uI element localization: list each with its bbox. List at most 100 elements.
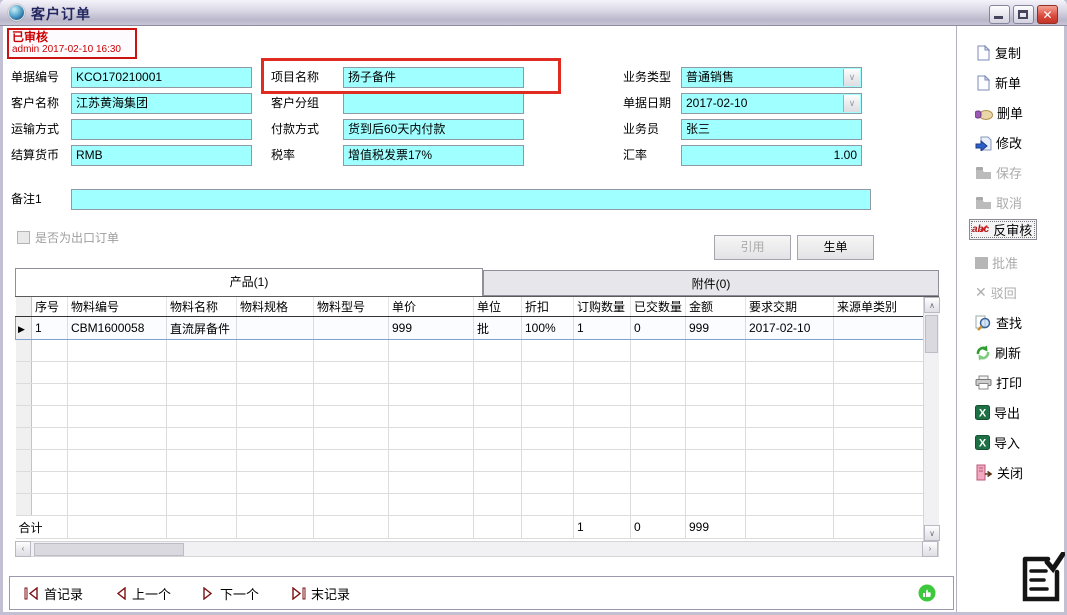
total-label-cell: 合计 <box>16 516 68 539</box>
cell-unit[interactable]: 批 <box>474 317 522 340</box>
next-record-button[interactable]: 下一个 <box>202 584 259 603</box>
sidebar-new-button[interactable]: 新单 <box>975 72 1021 93</box>
cell-delivered-qty[interactable]: 0 <box>631 317 686 340</box>
sidebar-delete-button[interactable]: 删单 <box>975 102 1023 123</box>
tax-field[interactable]: 增值税发票17% <box>343 145 524 166</box>
export-order-checkbox[interactable] <box>17 231 30 244</box>
minimize-button[interactable] <box>989 5 1010 24</box>
col-header[interactable]: 物料规格 <box>237 297 314 317</box>
excel-import-icon: X <box>975 435 990 450</box>
transport-label: 运输方式 <box>11 119 59 140</box>
cell-model[interactable] <box>314 317 389 340</box>
sidebar-cancel-label: 取消 <box>996 193 1022 212</box>
reference-button[interactable]: 引用 <box>714 235 791 260</box>
doc-date-dropdown[interactable]: 2017-02-10 ∨ <box>681 93 862 114</box>
first-record-label: 首记录 <box>44 584 83 603</box>
col-header[interactable]: 物料名称 <box>167 297 237 317</box>
salesman-field[interactable]: 张三 <box>681 119 862 140</box>
cell-spec[interactable] <box>237 317 314 340</box>
sidebar-close-button[interactable]: 关闭 <box>975 462 1023 483</box>
project-field[interactable]: 扬子备件 <box>343 67 524 88</box>
sidebar-save-button[interactable]: 保存 <box>975 162 1022 183</box>
sidebar-save-label: 保存 <box>996 163 1022 182</box>
scroll-up-icon[interactable]: ∧ <box>924 297 940 313</box>
sidebar-print-button[interactable]: 打印 <box>975 372 1022 393</box>
first-record-button[interactable]: 首记录 <box>24 584 83 603</box>
col-header[interactable]: 要求交期 <box>746 297 834 317</box>
scroll-right-icon[interactable]: › <box>922 541 938 557</box>
maximize-button[interactable] <box>1013 5 1034 24</box>
sidebar-import-button[interactable]: X 导入 <box>975 432 1020 453</box>
generate-order-button[interactable]: 生单 <box>797 235 874 260</box>
cell-material-no[interactable]: CBM1600058 <box>68 317 167 340</box>
close-button[interactable]: ✕ <box>1037 5 1058 24</box>
minimize-icon <box>994 16 1003 19</box>
doc-date-label: 单据日期 <box>623 93 671 114</box>
empty-row <box>16 428 924 450</box>
customer-order-window: 客户订单 ✕ 已审核 admin 2017-02-10 16:30 单据编号 K… <box>0 0 1067 615</box>
col-header[interactable]: 来源单类别 <box>834 297 924 317</box>
vertical-scrollbar[interactable]: ∧ ∨ <box>923 297 939 541</box>
title-bar[interactable]: 客户订单 ✕ <box>0 0 1067 26</box>
sidebar-edit-button[interactable]: 修改 <box>975 132 1022 153</box>
next-record-label: 下一个 <box>220 584 259 603</box>
horizontal-scroll-thumb[interactable] <box>34 543 184 556</box>
exchange-rate-field[interactable]: 1.00 <box>681 145 862 166</box>
exchange-rate-label: 汇率 <box>623 145 647 166</box>
doc-no-label: 单据编号 <box>11 67 59 88</box>
currency-field[interactable]: RMB <box>71 145 252 166</box>
biz-type-dropdown[interactable]: 普通销售∨ <box>681 67 862 88</box>
cell-material-name[interactable]: 直流屏备件 <box>167 317 237 340</box>
doc-no-field[interactable]: KCO170210001 <box>71 67 252 88</box>
customer-field[interactable]: 江苏黄海集团 <box>71 93 252 114</box>
customer-group-field[interactable] <box>343 93 524 114</box>
cell-seq[interactable]: 1 <box>32 317 68 340</box>
col-header[interactable]: 金额 <box>686 297 746 317</box>
payment-field[interactable]: 货到后60天内付款 <box>343 119 524 140</box>
sidebar-approve-button[interactable]: 批准 <box>975 252 1018 273</box>
prev-record-button[interactable]: 上一个 <box>114 584 171 603</box>
cell-discount[interactable]: 100% <box>522 317 574 340</box>
cell-unit-price[interactable]: 999 <box>389 317 474 340</box>
scroll-left-icon[interactable]: ‹ <box>15 541 31 557</box>
thumbs-up-status-icon <box>918 584 936 602</box>
tab-attachments[interactable]: 附件(0) <box>483 270 939 296</box>
horizontal-scrollbar[interactable]: ‹ › <box>15 541 939 557</box>
col-header[interactable]: 折扣 <box>522 297 574 317</box>
chevron-down-icon[interactable]: ∨ <box>843 69 860 86</box>
doc-check-stamp-icon <box>1017 552 1065 606</box>
col-header[interactable]: 单位 <box>474 297 522 317</box>
sidebar-reject-button[interactable]: ✕ 驳回 <box>975 282 1017 303</box>
col-header[interactable]: 物料编号 <box>68 297 167 317</box>
doc-date-value: 2017-02-10 <box>686 96 747 110</box>
col-header[interactable]: 订购数量 <box>574 297 631 317</box>
col-header[interactable]: 单价 <box>389 297 474 317</box>
sidebar-copy-button[interactable]: 复制 <box>975 42 1021 63</box>
sidebar-export-button[interactable]: X 导出 <box>975 402 1020 423</box>
scroll-down-icon[interactable]: ∨ <box>924 525 940 541</box>
last-record-icon <box>291 587 306 600</box>
cell-source-type[interactable] <box>834 317 924 340</box>
table-row-selected[interactable]: ▶ 1 CBM1600058 直流屏备件 999 批 100% 1 0 999 … <box>16 317 924 340</box>
chevron-down-icon[interactable]: ∨ <box>843 95 860 112</box>
transport-field[interactable] <box>71 119 252 140</box>
col-header[interactable]: 序号 <box>32 297 68 317</box>
sidebar-print-label: 打印 <box>996 373 1022 392</box>
last-record-button[interactable]: 末记录 <box>291 584 350 603</box>
app-globe-icon <box>8 4 25 21</box>
sidebar-find-label: 查找 <box>996 313 1022 332</box>
col-header[interactable]: 已交数量 <box>631 297 686 317</box>
tab-products[interactable]: 产品(1) <box>15 268 483 296</box>
col-header[interactable]: 物料型号 <box>314 297 389 317</box>
cell-order-qty[interactable]: 1 <box>574 317 631 340</box>
empty-row <box>16 472 924 494</box>
sidebar-cancel-button[interactable]: 取消 <box>975 192 1022 213</box>
sidebar-unapprove-button[interactable]: abc✔ 反审核 <box>969 219 1037 240</box>
cell-due-date[interactable]: 2017-02-10 <box>746 317 834 340</box>
sidebar-refresh-button[interactable]: 刷新 <box>975 342 1021 363</box>
sidebar-find-button[interactable]: 查找 <box>975 312 1022 333</box>
note1-field[interactable] <box>71 189 871 210</box>
cell-amount[interactable]: 999 <box>686 317 746 340</box>
vertical-scroll-thumb[interactable] <box>925 315 938 353</box>
customer-label: 客户名称 <box>11 93 59 114</box>
